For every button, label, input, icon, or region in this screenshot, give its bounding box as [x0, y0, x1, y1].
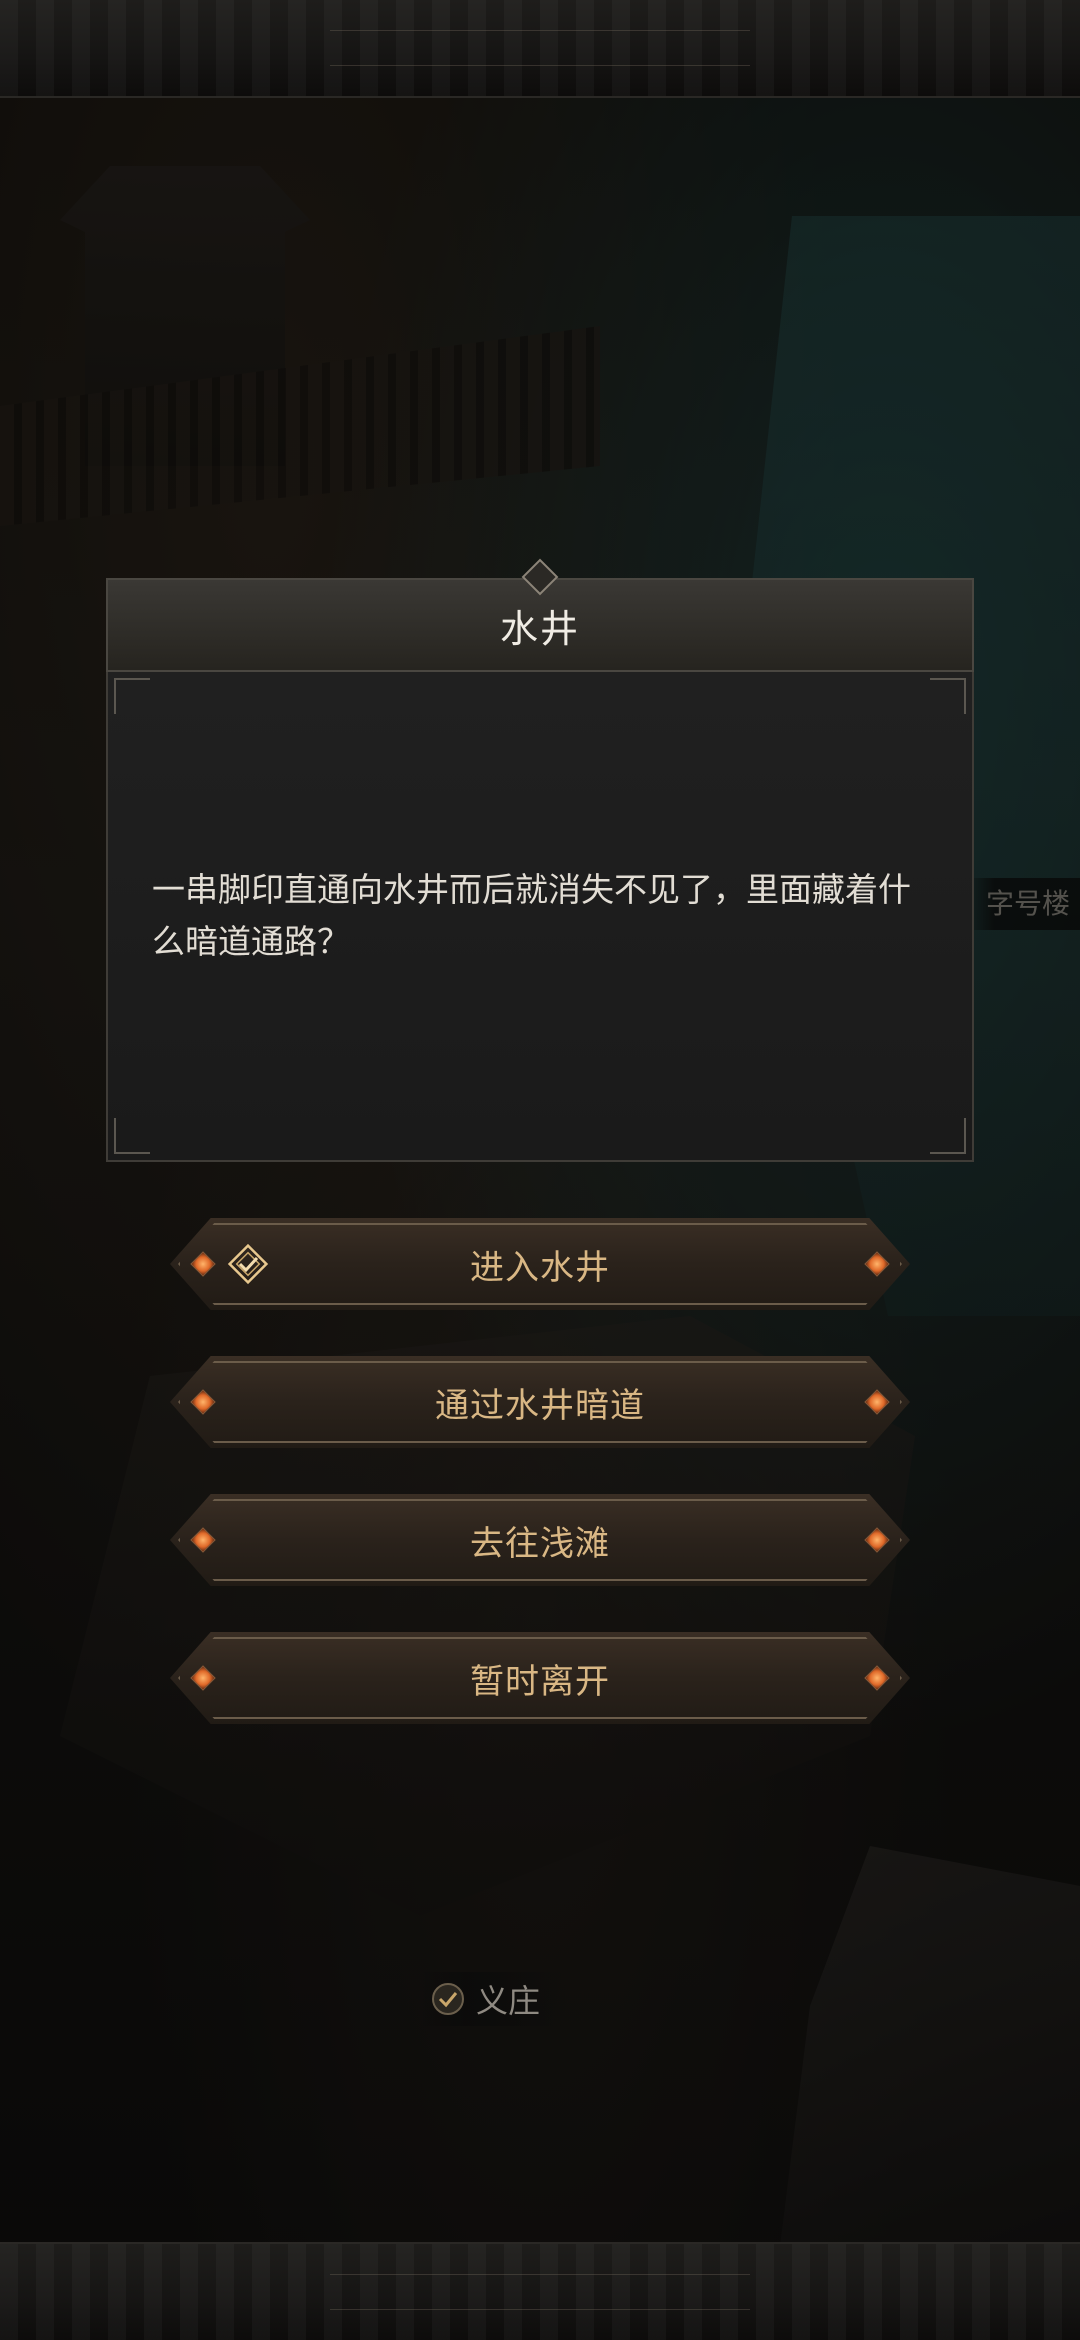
option-label: 通过水井暗道 [435, 1385, 645, 1426]
orange-gem-icon [190, 1389, 216, 1415]
ornate-bottom-frame [0, 2242, 1080, 2340]
corner-ornament [114, 678, 150, 714]
orange-gem-icon [864, 1389, 890, 1415]
orange-gem-icon [190, 1251, 216, 1277]
option-button-leave[interactable]: 暂时离开 [170, 1632, 910, 1724]
checkmark-badge-icon [432, 1983, 464, 2015]
option-button-go-shallows[interactable]: 去往浅滩 [170, 1494, 910, 1586]
option-button-secret-passage[interactable]: 通过水井暗道 [170, 1356, 910, 1448]
selected-check-icon [227, 1243, 269, 1285]
option-label: 暂时离开 [470, 1661, 610, 1702]
corner-ornament [114, 1118, 150, 1154]
orange-gem-icon [864, 1527, 890, 1553]
dialog-title: 水井 [499, 606, 580, 651]
event-dialog: 水井 一串脚印直通向水井而后就消失不见了，里面藏着什么暗道通路？ [106, 558, 974, 1162]
event-description: 一串脚印直通向水井而后就消失不见了，里面藏着什么暗道通路？ [152, 870, 911, 961]
dialog-body: 一串脚印直通向水井而后就消失不见了，里面藏着什么暗道通路？ [106, 672, 974, 1162]
corner-ornament [930, 1118, 966, 1154]
ornate-top-frame [0, 0, 1080, 98]
option-button-enter-well[interactable]: 进入水井 [170, 1218, 910, 1310]
corner-ornament [930, 678, 966, 714]
option-label: 去往浅滩 [470, 1523, 610, 1564]
location-name: 义庄 [476, 1982, 541, 2020]
game-screen: 字号楼 水井 一串脚印直通向水井而后就消失不见了，里面藏着什么暗道通路？ 进入水… [0, 0, 1080, 2340]
option-label: 进入水井 [470, 1247, 610, 1288]
location-tag[interactable]: 义庄 [420, 1972, 571, 2026]
orange-gem-icon [190, 1665, 216, 1691]
orange-gem-icon [864, 1665, 890, 1691]
orange-gem-icon [190, 1527, 216, 1553]
orange-gem-icon [864, 1251, 890, 1277]
